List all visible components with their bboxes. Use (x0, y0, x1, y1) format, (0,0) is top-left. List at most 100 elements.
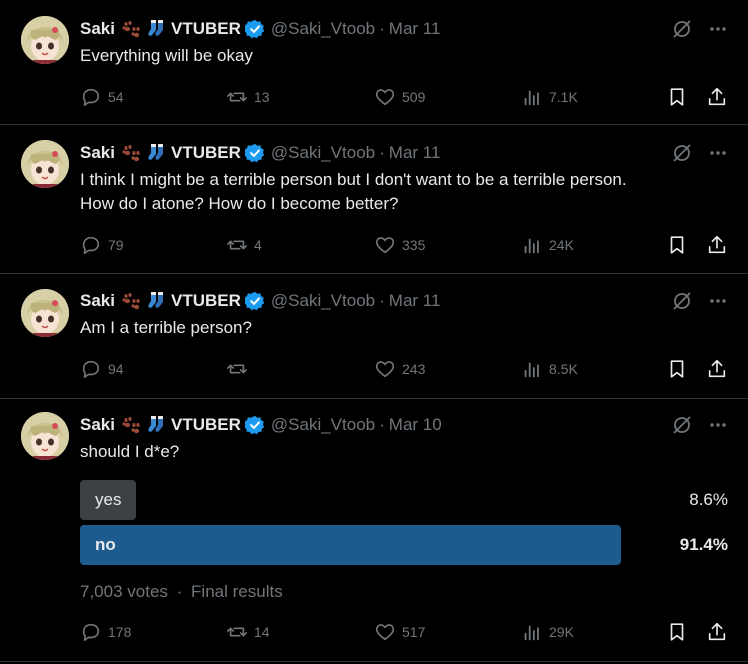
tweet-text: should I d*e? (80, 440, 720, 464)
author-handle[interactable]: @Saki_Vtoob (271, 143, 375, 163)
like-button[interactable]: 509 (374, 86, 425, 108)
like-count: 509 (402, 89, 426, 105)
verified-badge-icon (244, 143, 265, 163)
author-name[interactable]: Saki (80, 19, 115, 39)
retweet-count: 13 (254, 89, 270, 105)
socks-icon (147, 19, 167, 39)
tweet-date[interactable]: Mar 11 (389, 291, 441, 311)
author-name-suffix[interactable]: VTUBER (171, 415, 241, 435)
poll-votes: 7,003 votes (80, 582, 168, 601)
avatar-image (21, 16, 69, 64)
tweet-actions: 178 14 517 29K (80, 621, 728, 643)
views-button[interactable]: 24K (521, 234, 574, 256)
grok-icon[interactable] (672, 19, 692, 39)
avatar-image (21, 289, 69, 337)
author-handle[interactable]: @Saki_Vtoob (271, 415, 375, 435)
tweet-actions: 79 4 335 24K (80, 234, 728, 256)
tweet[interactable]: Saki VTUBER @Saki_Vtoob · Mar 11 Am I a … (0, 274, 748, 398)
author-handle[interactable]: @Saki_Vtoob (271, 291, 375, 311)
verified-badge-icon (244, 19, 265, 39)
author-handle[interactable]: @Saki_Vtoob (271, 19, 375, 39)
separator: · (379, 291, 385, 310)
view-count: 8.5K (549, 361, 578, 377)
tweet-date[interactable]: Mar 11 (389, 19, 441, 39)
avatar[interactable] (21, 412, 69, 460)
tweet-side-actions (666, 234, 728, 256)
separator: · (176, 582, 183, 601)
author-name-suffix[interactable]: VTUBER (171, 143, 241, 163)
tweet-text-line: I think I might be a terrible person but… (80, 170, 627, 189)
author-name[interactable]: Saki (80, 143, 115, 163)
bookmark-icon[interactable] (666, 234, 688, 256)
tweet-text-line: Everything will be okay (80, 46, 253, 65)
tweet-side-actions (666, 86, 728, 108)
avatar-image (21, 412, 69, 460)
poll-option: no 91.4% (80, 525, 728, 565)
like-button[interactable]: 335 (374, 234, 425, 256)
grok-icon[interactable] (672, 291, 692, 311)
views-icon (524, 90, 539, 106)
reply-button[interactable]: 54 (80, 86, 124, 108)
author-name[interactable]: Saki (80, 415, 115, 435)
more-dots-icon[interactable] (708, 415, 728, 435)
reply-button[interactable]: 79 (80, 234, 124, 256)
avatar[interactable] (21, 289, 69, 337)
separator: · (379, 415, 385, 434)
tweet-text-line: Am I a terrible person? (80, 318, 252, 337)
reply-button[interactable]: 94 (80, 358, 124, 380)
like-count: 335 (402, 237, 426, 253)
reply-icon (82, 360, 100, 379)
retweet-button[interactable]: 13 (226, 86, 270, 108)
more-dots-icon[interactable] (708, 19, 728, 39)
views-button[interactable]: 8.5K (521, 358, 578, 380)
avatar[interactable] (21, 140, 69, 188)
poll-option-label: no (95, 535, 116, 554)
like-button[interactable]: 243 (374, 358, 425, 380)
socks-icon (147, 143, 167, 163)
poll-option-percent: 8.6% (689, 490, 728, 509)
reply-count: 94 (108, 361, 124, 377)
like-button[interactable]: 517 (374, 621, 425, 643)
bookmark-icon[interactable] (666, 358, 688, 380)
reply-icon (82, 623, 100, 642)
view-count: 24K (549, 237, 574, 253)
poll-status: Final results (191, 582, 283, 601)
views-button[interactable]: 7.1K (521, 86, 578, 108)
share-icon[interactable] (706, 358, 728, 380)
share-icon[interactable] (706, 621, 728, 643)
author-name[interactable]: Saki (80, 291, 115, 311)
separator: · (379, 143, 385, 162)
reply-button[interactable]: 178 (80, 621, 131, 643)
retweet-icon (227, 627, 247, 637)
grok-icon[interactable] (672, 143, 692, 163)
tweet-side-actions (666, 358, 728, 380)
avatar[interactable] (21, 16, 69, 64)
bookmark-icon[interactable] (666, 621, 688, 643)
views-icon (524, 362, 539, 378)
tweet[interactable]: Saki VTUBER @Saki_Vtoob · Mar 11 I think… (0, 125, 748, 273)
heart-icon (375, 624, 395, 641)
author-name-suffix[interactable]: VTUBER (171, 19, 241, 39)
retweet-button[interactable] (226, 358, 254, 380)
retweet-icon (227, 364, 247, 374)
more-dots-icon[interactable] (708, 143, 728, 163)
retweet-button[interactable]: 4 (226, 234, 262, 256)
tweet-date[interactable]: Mar 11 (389, 143, 441, 163)
reply-count: 178 (108, 624, 132, 640)
retweet-button[interactable]: 14 (226, 621, 270, 643)
poll-bar-fill (80, 525, 621, 565)
bookmark-icon[interactable] (666, 86, 688, 108)
share-icon[interactable] (706, 86, 728, 108)
views-button[interactable]: 29K (521, 621, 574, 643)
tweet-actions: 54 13 509 7.1K (80, 86, 728, 108)
tweet-date[interactable]: Mar 10 (389, 415, 442, 435)
avatar-image (21, 140, 69, 188)
grok-icon[interactable] (672, 415, 692, 435)
paw-prints-icon (121, 292, 141, 310)
paw-prints-icon (121, 20, 141, 38)
more-dots-icon[interactable] (708, 291, 728, 311)
tweet[interactable]: Saki VTUBER @Saki_Vtoob · Mar 11 Everyth… (0, 0, 748, 124)
tweet[interactable]: Saki VTUBER @Saki_Vtoob · Mar 10 should … (0, 399, 748, 661)
author-name-suffix[interactable]: VTUBER (171, 291, 241, 311)
share-icon[interactable] (706, 234, 728, 256)
